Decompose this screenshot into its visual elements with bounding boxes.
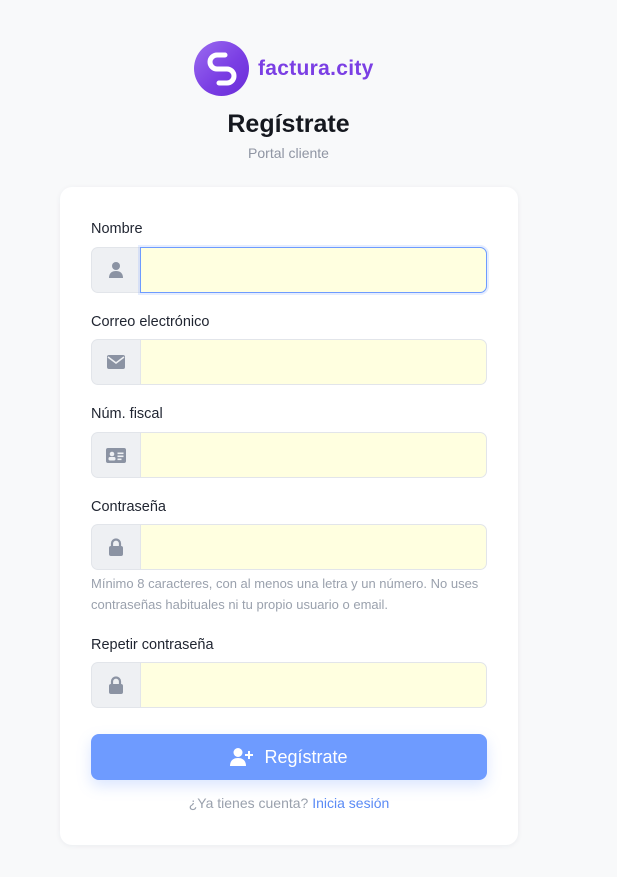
tax-id-label: Núm. fiscal (91, 406, 163, 422)
email-input-group (91, 339, 487, 385)
page-title: Regístrate (227, 110, 350, 138)
brand-mark-icon (194, 41, 249, 96)
id-card-icon (91, 432, 140, 478)
name-input[interactable] (140, 247, 487, 293)
repeat-password-label: Repetir contraseña (91, 637, 214, 653)
user-icon (91, 247, 140, 293)
password-label: Contraseña (91, 499, 166, 515)
password-input-group (91, 524, 487, 570)
page-subtitle: Portal cliente (248, 145, 329, 161)
login-prompt: ¿Ya tienes cuenta? Inicia sesión (60, 795, 518, 811)
repeat-password-input[interactable] (140, 662, 487, 708)
login-prompt-text: ¿Ya tienes cuenta? (188, 795, 313, 811)
tax-id-input[interactable] (140, 432, 487, 478)
register-button-label: Regístrate (264, 746, 348, 767)
email-label: Correo electrónico (91, 314, 210, 330)
brand-logo: factura.city (194, 41, 374, 96)
register-card: Nombre Correo electrónico Núm. fiscal Co… (60, 187, 518, 845)
repeat-password-input-group (91, 662, 487, 708)
name-label: Nombre (91, 221, 143, 237)
user-plus-icon (230, 748, 254, 766)
password-input[interactable] (140, 524, 487, 570)
brand-name: factura.city (258, 56, 374, 80)
envelope-icon (91, 339, 140, 385)
register-button[interactable]: Regístrate (91, 734, 487, 780)
lock-icon (91, 662, 140, 708)
tax-id-input-group (91, 432, 487, 478)
name-input-group (91, 247, 487, 293)
email-input[interactable] (140, 339, 487, 385)
login-link[interactable]: Inicia sesión (312, 795, 389, 811)
lock-icon (91, 524, 140, 570)
password-help-text: Mínimo 8 caracteres, con al menos una le… (91, 576, 479, 612)
